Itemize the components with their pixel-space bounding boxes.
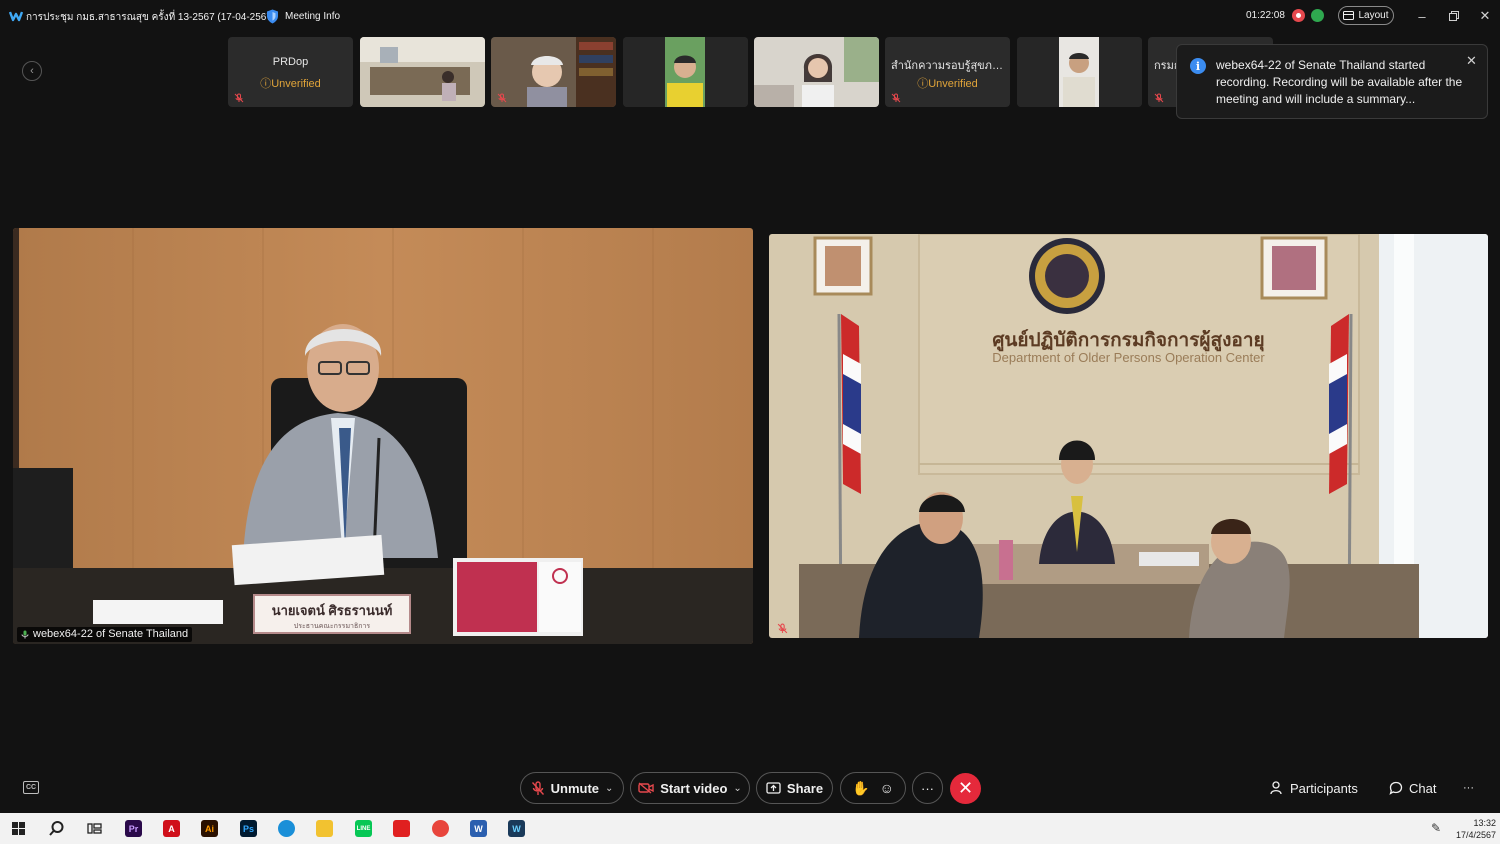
word-icon[interactable]: W xyxy=(470,820,487,837)
reactions-group: ✋ ☺ xyxy=(840,772,906,804)
network-status-icon[interactable] xyxy=(1311,9,1324,22)
chrome-browser-icon[interactable] xyxy=(432,820,449,837)
unverified-badge: ⓘUnverified xyxy=(917,78,978,90)
layout-icon xyxy=(1343,11,1355,20)
raise-hand-icon[interactable]: ✋ xyxy=(852,780,869,797)
recording-notification: i webex64-22 of Senate Thailand started … xyxy=(1176,44,1488,119)
title-bar: การประชุม กมธ.สาธารณสุข ครั้งที่ 13-2567… xyxy=(0,0,1500,32)
participant-name: PRDop xyxy=(272,56,309,68)
clock-time: 13:32 xyxy=(1473,818,1496,828)
media-app-icon[interactable] xyxy=(393,820,410,837)
info-circle-icon: ⓘ xyxy=(917,78,929,90)
search-icon[interactable] xyxy=(48,820,65,837)
info-circle-icon: ⓘ xyxy=(260,78,272,90)
meeting-info-label: Meeting Info xyxy=(285,10,341,22)
speaker-name-tag: webex64-22 of Senate Thailand xyxy=(17,627,193,642)
close-icon: ✕ xyxy=(957,778,974,798)
unverified-badge: ⓘUnverified xyxy=(260,78,321,90)
acrobat-icon[interactable]: A xyxy=(163,820,180,837)
task-view-icon[interactable] xyxy=(86,820,103,837)
webex-logo-icon xyxy=(9,11,23,22)
participant-name: สำนักความรอบรู้สุขภา... xyxy=(891,60,1008,72)
shield-icon xyxy=(267,9,278,23)
closed-captions-icon[interactable]: CC xyxy=(23,781,39,794)
share-label: Share xyxy=(786,780,824,796)
nameplate-name: นายเจตน์ ศิรธรานนท์ xyxy=(271,603,393,618)
mic-on-icon xyxy=(21,630,29,639)
windows-start-icon[interactable] xyxy=(10,820,27,837)
photoshop-icon[interactable]: Ps xyxy=(240,820,257,837)
premiere-pro-icon[interactable]: Pr xyxy=(125,820,142,837)
illustrator-icon[interactable]: Ai xyxy=(201,820,218,837)
mic-off-icon xyxy=(777,623,788,634)
chevron-down-icon[interactable]: ⌄ xyxy=(605,783,613,794)
participant-thumbnail-4[interactable] xyxy=(623,37,748,107)
participants-label: Participants xyxy=(1290,780,1358,796)
minimize-icon[interactable]: – xyxy=(1412,6,1432,26)
ellipsis-icon: ··· xyxy=(921,780,934,796)
meeting-timer: 01:22:08 xyxy=(1246,10,1285,21)
share-button[interactable]: Share xyxy=(756,772,833,804)
file-explorer-icon[interactable] xyxy=(316,820,333,837)
participant-video xyxy=(754,37,879,107)
mic-off-icon xyxy=(891,93,901,103)
line-app-icon[interactable]: LINE xyxy=(355,820,372,837)
nameplate-title: ประธานคณะกรรมาธิการ xyxy=(293,623,371,630)
edge-browser-icon[interactable] xyxy=(278,820,295,837)
participant-thumbnail-3[interactable] xyxy=(491,37,616,107)
reactions-icon[interactable]: ☺ xyxy=(880,780,894,796)
close-window-icon[interactable]: ✕ xyxy=(1475,6,1495,26)
participant-thumbnail-5[interactable] xyxy=(754,37,879,107)
end-call-button[interactable]: ✕ xyxy=(950,773,981,804)
participant-video xyxy=(360,37,485,107)
participants-button[interactable]: Participants xyxy=(1270,779,1358,797)
clock-date: 17/4/2567 xyxy=(1455,830,1496,840)
participant-thumbnail-6[interactable]: สำนักความรอบรู้สุขภา... ⓘUnverified xyxy=(885,37,1010,107)
start-video-label: Start video xyxy=(660,780,728,796)
participant-video xyxy=(491,37,616,107)
webex-taskbar-icon[interactable]: W xyxy=(508,820,525,837)
restore-icon[interactable] xyxy=(1444,6,1464,26)
window-title: การประชุม กมธ.สาธารณสุข ครั้งที่ 13-2567… xyxy=(26,12,276,23)
participant-thumbnail-1[interactable]: PRDop ⓘUnverified xyxy=(228,37,353,107)
chat-bubble-icon xyxy=(1389,781,1403,795)
main-video-active-speaker[interactable]: นายเจตน์ ศิรธรานนท์ ประธานคณะกรรมาธิการ … xyxy=(13,228,753,644)
participant-video xyxy=(623,37,748,107)
chevron-down-icon[interactable]: ⌄ xyxy=(733,783,741,794)
mic-off-icon xyxy=(1154,93,1164,103)
more-panels-icon[interactable]: ··· xyxy=(1463,779,1474,797)
layout-label: Layout xyxy=(1358,10,1389,21)
participant-thumbnail-7[interactable] xyxy=(1017,37,1142,107)
participant-video-feed xyxy=(769,234,1488,638)
mic-off-icon xyxy=(497,93,507,103)
unmute-label: Unmute xyxy=(550,780,599,796)
more-options-button[interactable]: ··· xyxy=(912,772,943,804)
chat-label: Chat xyxy=(1409,780,1437,796)
meeting-info-button[interactable]: Meeting Info xyxy=(266,8,340,24)
notification-message: webex64-22 of Senate Thailand started re… xyxy=(1216,58,1463,106)
chat-button[interactable]: Chat xyxy=(1389,779,1436,797)
info-icon: i xyxy=(1190,58,1206,74)
recording-indicator-icon[interactable] xyxy=(1292,9,1305,22)
unmute-button[interactable]: Unmute ⌄ xyxy=(520,772,624,804)
strip-prev-arrow-icon[interactable]: ‹ xyxy=(22,61,42,81)
participant-thumbnail-2[interactable] xyxy=(360,37,485,107)
person-icon xyxy=(1270,781,1282,795)
mic-off-icon xyxy=(234,93,244,103)
speaker-nameplate: นายเจตน์ ศิรธรานนท์ ประธานคณะกรรมาธิการ xyxy=(253,594,411,634)
system-clock[interactable]: 13:32 17/4/2567 xyxy=(1440,817,1496,841)
main-video-participant[interactable]: ศูนย์ปฏิบัติการกรมกิจการผู้สูงอายุ Depar… xyxy=(769,234,1488,638)
participant-video xyxy=(1017,37,1142,107)
close-icon[interactable]: ✕ xyxy=(1466,53,1477,69)
video-off-icon xyxy=(638,782,654,794)
share-icon xyxy=(766,782,781,794)
start-video-button[interactable]: Start video ⌄ xyxy=(630,772,750,804)
mic-off-icon xyxy=(531,780,544,795)
windows-taskbar: Pr A Ai Ps LINE W W ✎ 13:32 17/4/2567 xyxy=(0,813,1500,844)
speaker-video-feed xyxy=(13,228,753,644)
room-title-english: Department of Older Persons Operation Ce… xyxy=(992,350,1265,365)
layout-button[interactable]: Layout xyxy=(1338,6,1394,25)
